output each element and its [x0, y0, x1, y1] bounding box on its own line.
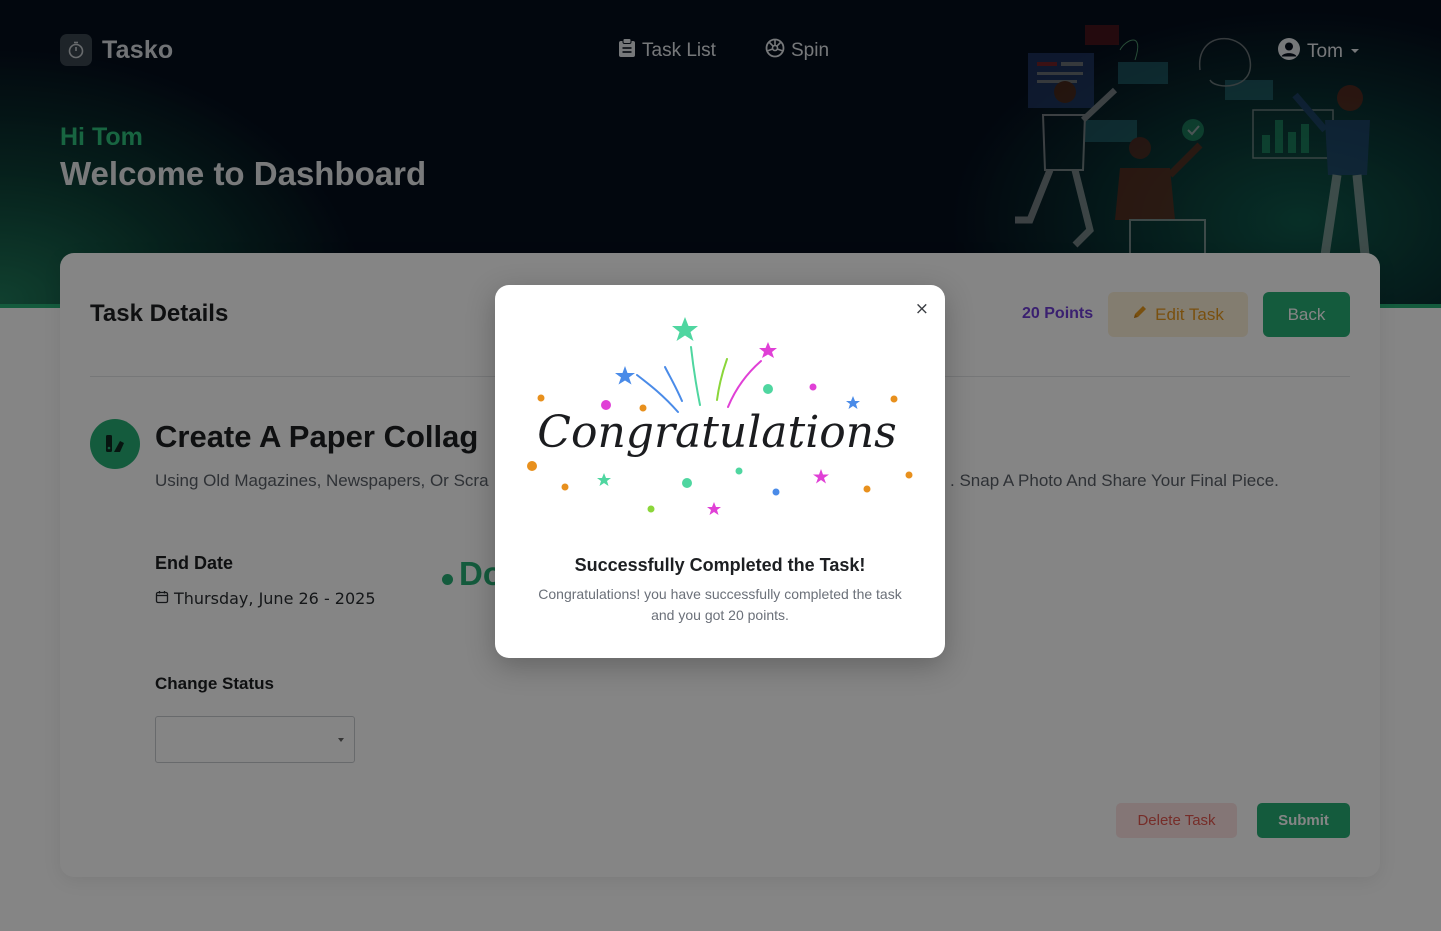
success-modal: × Congratulations Successfully Completed… [495, 285, 945, 658]
congratulations-lettering: Congratulations [537, 407, 896, 458]
modal-title: Successfully Completed the Task! [574, 555, 866, 575]
celebration-illustration: Congratulations [527, 317, 913, 515]
modal-message: Congratulations! you have successfully c… [538, 586, 902, 623]
